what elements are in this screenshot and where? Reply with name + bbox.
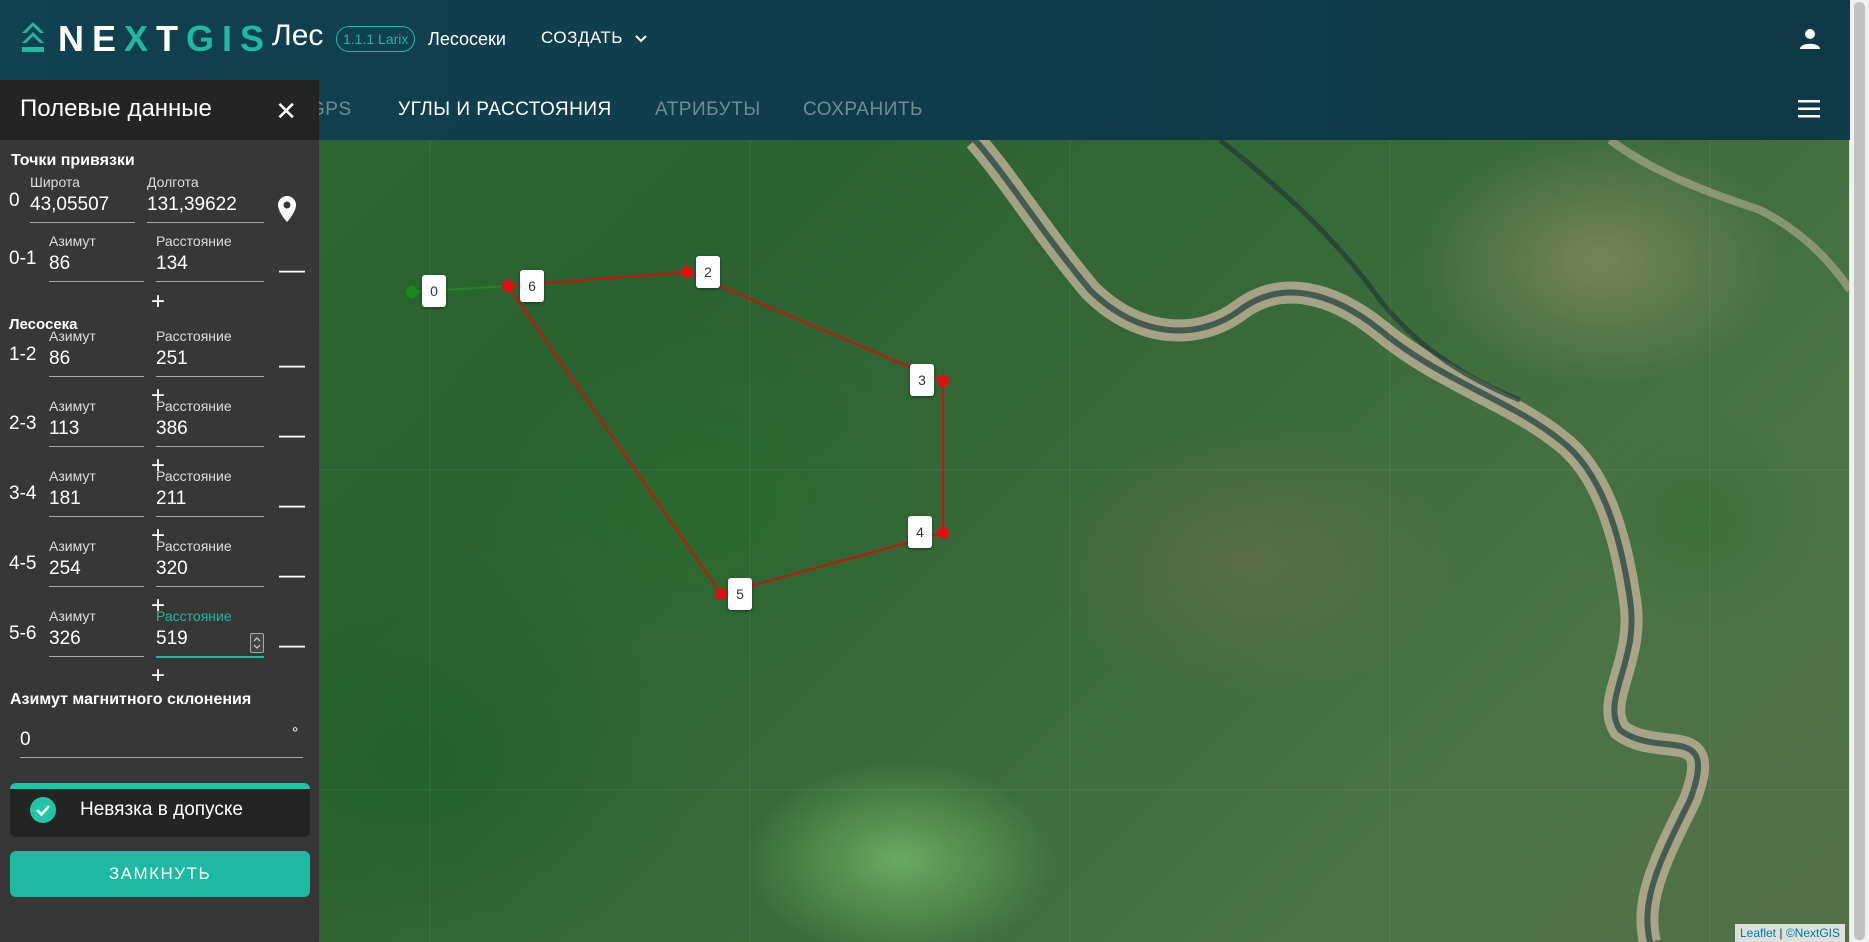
lon-input[interactable]: 131,39622	[147, 194, 264, 223]
panel-title: Полевые данные	[20, 95, 212, 122]
close-polygon-button[interactable]: ЗАМКНУТЬ	[10, 851, 310, 897]
nextgis-link[interactable]: ©NextGIS	[1786, 926, 1840, 940]
declination-input[interactable]: 0	[20, 729, 303, 758]
azimuth-label: Азимут	[49, 398, 96, 414]
scrollbar-thumb[interactable]	[1854, 2, 1865, 940]
logo-text: NEXTGIS	[58, 18, 273, 59]
anchor-section-title: Точки привязки	[11, 152, 135, 169]
tab-angles-distances[interactable]: УГЛЫ И РАССТОЯНИЯ	[398, 99, 612, 121]
azimuth-label: Азимут	[49, 538, 96, 554]
tab-attributes[interactable]: АТРИБУТЫ	[655, 99, 761, 121]
chevron-down-icon	[635, 30, 647, 46]
remove-leg-button[interactable]: —	[279, 491, 305, 517]
distance-input[interactable]: 134	[156, 253, 264, 282]
declination-title: Азимут магнитного склонения	[10, 691, 252, 708]
close-icon[interactable]: ✕	[275, 96, 297, 127]
distance-label: Расстояние	[156, 538, 232, 554]
distance-input[interactable]: 251	[156, 348, 264, 377]
distance-label: Расстояние	[156, 233, 232, 249]
check-circle-icon	[30, 797, 56, 828]
distance-label: Расстояние	[156, 468, 232, 484]
distance-input-active[interactable]: 519	[156, 628, 264, 658]
azimuth-input[interactable]: 113	[49, 418, 144, 447]
degree-symbol: °	[292, 725, 299, 742]
remove-leg-button[interactable]: —	[279, 561, 305, 587]
logo-mark-icon	[22, 22, 44, 52]
add-leg-button[interactable]: +	[151, 662, 165, 690]
distance-label: Расстояние	[156, 328, 232, 344]
distance-input[interactable]: 386	[156, 418, 264, 447]
location-pin-icon[interactable]	[278, 196, 296, 227]
azimuth-label: Азимут	[49, 608, 96, 624]
azimuth-input[interactable]: 86	[49, 253, 144, 282]
azimuth-input[interactable]: 254	[49, 558, 144, 587]
module-name: Лесосеки	[428, 29, 506, 49]
azimuth-input[interactable]: 181	[49, 488, 144, 517]
leg-index: 4-5	[9, 553, 37, 574]
distance-label-focused: Расстояние	[156, 608, 232, 624]
map-point-markers	[406, 266, 949, 600]
azimuth-label: Азимут	[49, 233, 96, 249]
add-leg-button[interactable]: +	[151, 288, 165, 316]
azimuth-input[interactable]: 86	[49, 348, 144, 377]
azimuth-label: Азимут	[49, 328, 96, 344]
leg-index: 3-4	[9, 483, 37, 504]
map-attribution: Leaflet | ©NextGIS	[1734, 924, 1845, 942]
map-label-2[interactable]: 2	[696, 256, 720, 288]
map-label-5[interactable]: 5	[728, 578, 752, 610]
closure-status-box: Невязка в допуске	[10, 783, 310, 837]
field-data-panel: Полевые данные ✕ Точки привязки 0 Широта…	[0, 80, 319, 942]
distance-input[interactable]: 320	[156, 558, 264, 587]
leg-index: 2-3	[9, 413, 37, 434]
distance-input[interactable]: 211	[156, 488, 264, 517]
azimuth-label: Азимут	[49, 468, 96, 484]
page-scrollbar[interactable]	[1849, 0, 1869, 942]
tab-save[interactable]: СОХРАНИТЬ	[803, 99, 923, 121]
remove-leg-button[interactable]: —	[279, 351, 305, 377]
nextgis-logo[interactable]: NEXTGIS	[20, 18, 272, 60]
map-label-0[interactable]: 0	[422, 275, 446, 307]
panel-header: Полевые данные ✕	[0, 80, 319, 140]
version-badge: 1.1.1 Larix	[336, 26, 416, 52]
hamburger-icon[interactable]	[1798, 100, 1820, 123]
number-stepper-icon[interactable]	[250, 633, 264, 653]
remove-leg-button[interactable]: —	[279, 421, 305, 447]
map-label-3[interactable]: 3	[910, 364, 934, 396]
anchor-index: 0	[9, 190, 20, 211]
create-label: СОЗДАТЬ	[541, 28, 623, 47]
remove-leg-button[interactable]: —	[279, 631, 305, 657]
create-dropdown[interactable]: СОЗДАТЬ	[541, 28, 647, 48]
map-label-4[interactable]: 4	[908, 516, 932, 548]
user-icon[interactable]	[1798, 27, 1822, 56]
leaflet-link[interactable]: Leaflet	[1740, 926, 1776, 940]
remove-leg-button[interactable]: —	[279, 256, 305, 282]
lat-input[interactable]: 43,05507	[30, 194, 135, 223]
distance-label: Расстояние	[156, 398, 232, 414]
azimuth-input[interactable]: 326	[49, 628, 144, 657]
closure-status-text: Невязка в допуске	[80, 799, 243, 820]
attribution-separator: |	[1776, 926, 1786, 940]
lat-label: Широта	[30, 174, 80, 190]
leg-index: 0-1	[9, 248, 37, 269]
top-bar: NEXTGIS Лес 1.1.1 Larix Лесосеки СОЗДАТЬ	[0, 0, 1850, 80]
leg-index: 5-6	[9, 623, 37, 644]
lon-label: Долгота	[147, 174, 199, 190]
app-name: Лес	[272, 19, 324, 52]
map-label-6[interactable]: 6	[520, 270, 544, 302]
leg-index: 1-2	[9, 344, 37, 365]
